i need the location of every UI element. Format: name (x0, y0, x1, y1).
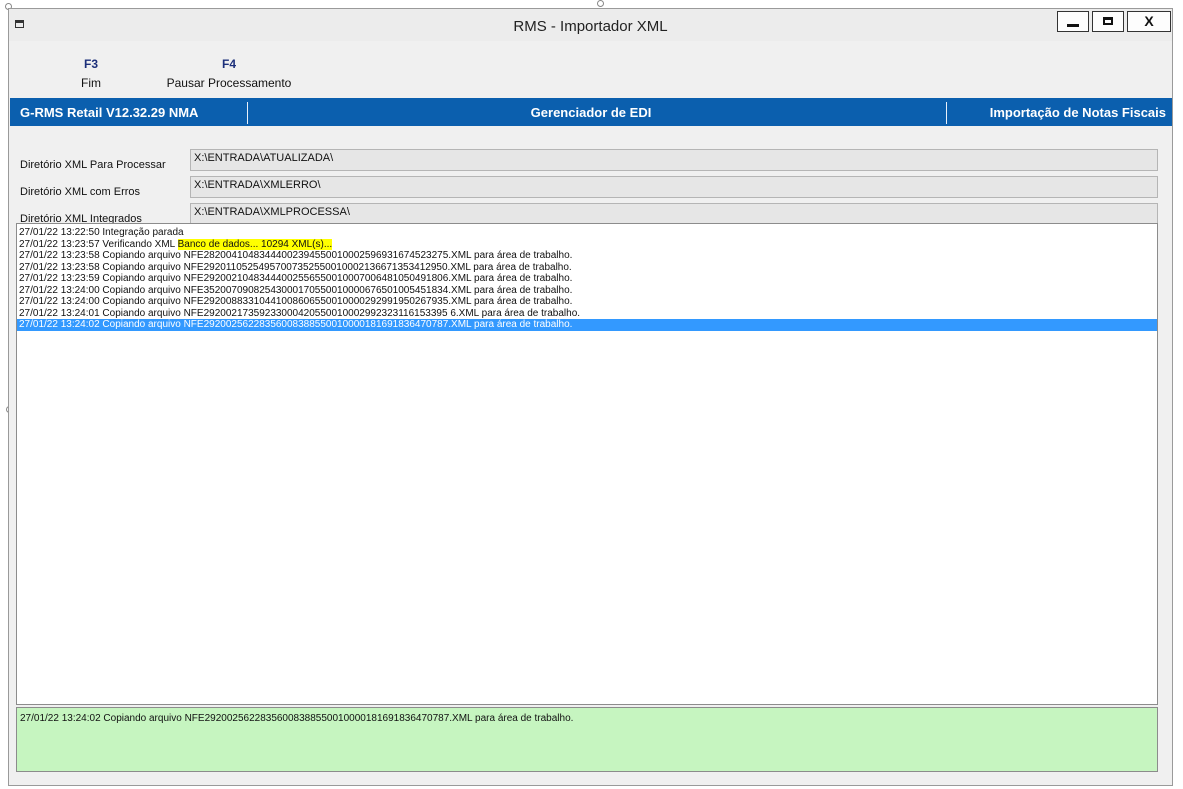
log-line[interactable]: 27/01/22 13:24:00 Copiando arquivo NFE35… (17, 285, 1157, 297)
directory-field-errors[interactable]: X:\ENTRADA\XMLERRO\ (190, 176, 1158, 198)
maximize-button[interactable] (1092, 11, 1124, 32)
end-button[interactable]: F3 Fim (71, 57, 111, 90)
log-line[interactable]: 27/01/22 13:23:59 Copiando arquivo NFE29… (17, 273, 1157, 285)
pause-processing-label: Pausar Processamento (166, 76, 292, 90)
maximize-icon (1103, 17, 1113, 26)
close-button[interactable]: X (1127, 11, 1171, 32)
window-title: RMS - Importador XML (513, 18, 668, 35)
directory-field-integrated[interactable]: X:\ENTRADA\XMLPROCESSA\ (190, 203, 1158, 225)
title-bar[interactable]: RMS - Importador XML X (9, 9, 1172, 41)
directory-field-process[interactable]: X:\ENTRADA\ATUALIZADA\ (190, 149, 1158, 171)
log-line[interactable]: 27/01/22 13:24:01 Copiando arquivo NFE29… (17, 308, 1157, 320)
directory-label: Diretório XML Para Processar (20, 159, 166, 171)
directory-label: Diretório XML com Erros (20, 186, 141, 198)
toolbar: F3 Fim F4 Pausar Processamento (9, 41, 1172, 99)
minimize-icon (1067, 23, 1079, 27)
header-divider (946, 102, 947, 124)
pause-processing-button[interactable]: F4 Pausar Processamento (159, 57, 299, 90)
log-line[interactable]: 27/01/22 13:23:58 Copiando arquivo NFE28… (17, 250, 1157, 262)
status-panel: 27/01/22 13:24:02 Copiando arquivo NFE29… (16, 707, 1158, 772)
function-title: Importação de Notas Fiscais (989, 105, 1166, 120)
log-line[interactable]: 27/01/22 13:23:57 Verificando XML Banco … (17, 238, 1157, 251)
end-label: Fim (81, 76, 101, 90)
f4-key-label: F4 (221, 57, 236, 71)
directory-row-errors: Diretório XML com Erros X:\ENTRADA\XMLER… (18, 176, 1158, 198)
log-line[interactable]: 27/01/22 13:22:50 Integração parada (17, 227, 1157, 239)
module-header: G-RMS Retail V12.32.29 NMA Gerenciador d… (10, 98, 1172, 126)
log-line-highlight: Banco de dados... 10294 XML(s)... (177, 238, 333, 250)
log-line[interactable]: 27/01/22 13:24:00 Copiando arquivo NFE29… (17, 296, 1157, 308)
resize-handle-top[interactable] (597, 0, 604, 7)
directory-row-integrated: Diretório XML Integrados X:\ENTRADA\XMLP… (18, 203, 1158, 225)
log-list[interactable]: 27/01/22 13:22:50 Integração parada 27/0… (16, 223, 1158, 705)
minimize-button[interactable] (1057, 11, 1089, 32)
log-line-selected[interactable]: 27/01/22 13:24:02 Copiando arquivo NFE29… (17, 319, 1157, 331)
directory-row-process: Diretório XML Para Processar X:\ENTRADA\… (18, 149, 1158, 171)
close-icon: X (1144, 13, 1154, 29)
log-line[interactable]: 27/01/22 13:23:58 Copiando arquivo NFE29… (17, 262, 1157, 274)
f3-key-label: F3 (83, 57, 98, 71)
log-line-text: 27/01/22 13:23:57 Verificando XML (19, 238, 178, 250)
